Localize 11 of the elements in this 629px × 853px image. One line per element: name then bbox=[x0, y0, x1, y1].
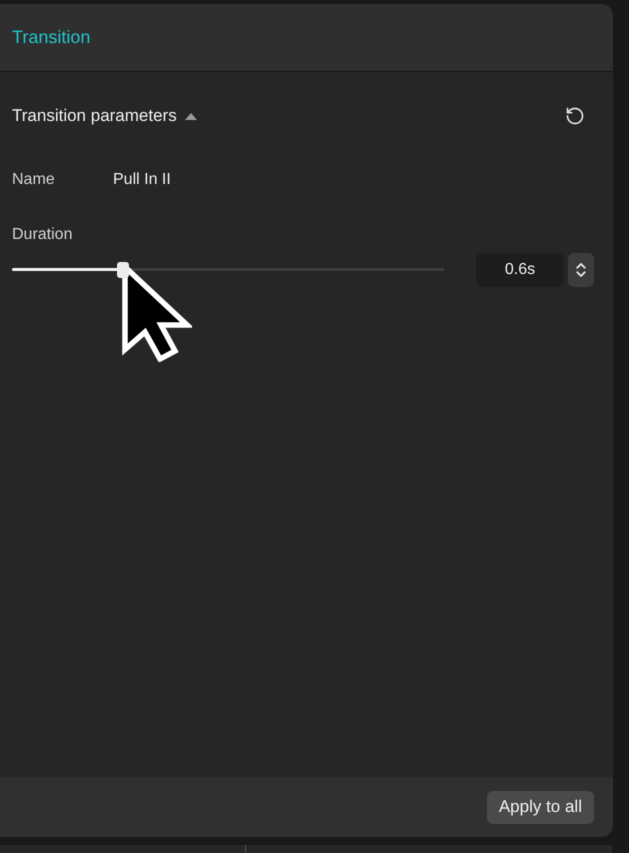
field-label: Duration bbox=[12, 225, 72, 245]
duration-input[interactable]: 0.6s bbox=[476, 253, 564, 287]
field-label: Name bbox=[12, 170, 56, 190]
apply-to-all-button[interactable]: Apply to all bbox=[486, 790, 594, 824]
reset-icon[interactable] bbox=[565, 106, 585, 126]
section-toggle[interactable]: Transition parameters bbox=[12, 103, 197, 129]
field-value: Pull In II bbox=[113, 170, 171, 190]
slider-thumb[interactable] bbox=[117, 262, 130, 278]
slider-track[interactable] bbox=[12, 262, 444, 278]
panel-title: Transition bbox=[12, 26, 90, 49]
stepper-button[interactable] bbox=[568, 253, 594, 287]
